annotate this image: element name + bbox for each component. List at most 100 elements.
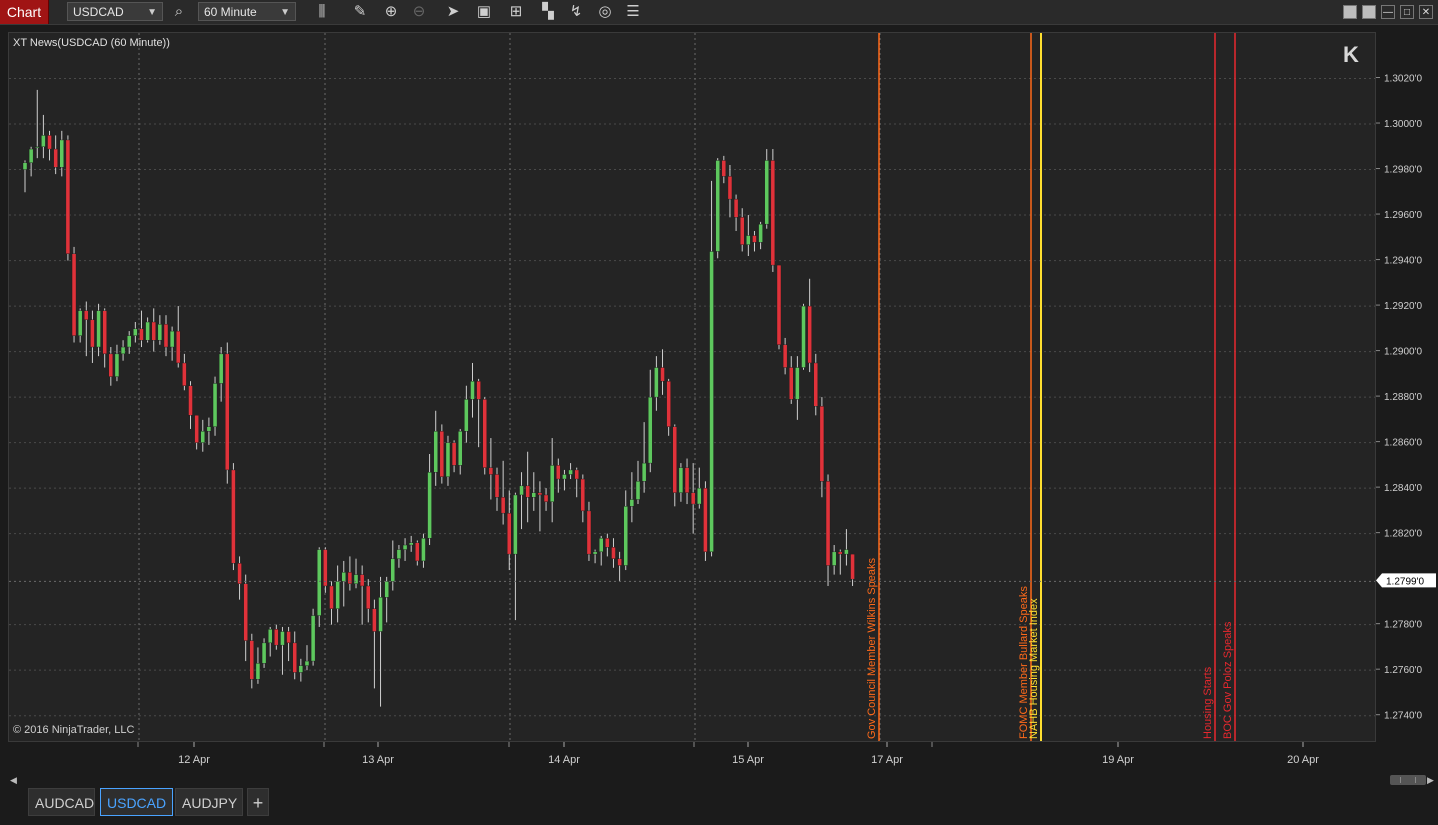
bar-type-icon[interactable]: ⫼ [311, 2, 333, 22]
candle-up [531, 492, 536, 498]
candle-up [145, 321, 150, 341]
candle-up [562, 474, 567, 480]
refresh-icon[interactable]: ◎ [594, 2, 616, 22]
price-tick-label: 1.2880'0 [1384, 392, 1422, 403]
candle-up [335, 581, 340, 609]
time-tick-label: 14 Apr [548, 754, 580, 766]
candle-down [556, 465, 561, 480]
close-icon[interactable]: ✕ [1419, 5, 1433, 19]
maximize-icon[interactable]: □ [1400, 5, 1414, 19]
candle-down [752, 235, 757, 243]
news-event-label: BOC Gov Poloz Speaks [1222, 621, 1234, 739]
zoom-in-icon[interactable]: ⊕ [380, 2, 402, 22]
candle-down [372, 608, 377, 632]
candle-down [151, 321, 156, 341]
candle-down [366, 585, 371, 609]
data-box-icon[interactable]: ▣ [473, 2, 495, 22]
candle-down [65, 139, 71, 254]
chart-panel[interactable]: Gov Council Member Wilkins Speaks FOMC Me… [8, 32, 1376, 742]
scroll-right-icon[interactable]: ▶ [1427, 775, 1437, 785]
strategies-icon[interactable]: ▚ [537, 2, 559, 22]
price-tick-label: 1.2840'0 [1384, 483, 1422, 494]
interval-selector[interactable]: 60 Minute ▼ [198, 2, 296, 21]
candlestick-plot[interactable]: Gov Council Member Wilkins Speaks FOMC Me… [9, 33, 1376, 742]
news-event-label: Gov Council Member Wilkins Speaks [866, 558, 878, 739]
candle-down [537, 492, 543, 496]
candle-up [212, 383, 218, 427]
scroll-to-end-icon[interactable]: K [1343, 43, 1363, 67]
candle-down [574, 469, 579, 480]
candle-up [77, 310, 83, 336]
candle-down [329, 585, 334, 609]
candle-down [494, 474, 500, 498]
candle-up [519, 485, 524, 496]
search-icon[interactable]: ⌕ [168, 2, 190, 22]
tab-usdcad[interactable]: USDCAD [100, 788, 173, 816]
candle-down [243, 583, 248, 641]
draw-pencil-icon[interactable]: ✎ [349, 2, 371, 22]
candle-down [102, 310, 107, 355]
scrollbar-thumb[interactable] [1390, 775, 1426, 785]
news-event-label: Housing Starts [1202, 666, 1214, 739]
chart-toolbar: Chart USDCAD ▼ ⌕ 60 Minute ▼ ⫼ ✎ ⊕ ⊖ ➤ ▣… [0, 0, 1438, 25]
candle-up [218, 353, 224, 384]
candle-down [782, 344, 788, 368]
indicators-icon[interactable]: ⊞ [505, 2, 527, 22]
price-tick-label: 1.2780'0 [1384, 620, 1422, 631]
price-axis[interactable]: 1.3020'0 1.3000'0 1.2980'0 1.2960'0 1.2940'0… [1376, 32, 1438, 742]
candle-up [341, 572, 346, 582]
price-tick-label: 1.2860'0 [1384, 438, 1422, 449]
minimize-icon[interactable] [1362, 5, 1376, 19]
horizontal-scrollbar[interactable]: ◀ ▶ [8, 773, 1438, 787]
properties-icon[interactable]: ☰ [622, 2, 644, 22]
interval-value: 60 Minute [204, 5, 257, 19]
candle-up [22, 162, 28, 170]
candle-up [310, 615, 316, 662]
candle-up [568, 469, 573, 475]
scroll-left-icon[interactable]: ◀ [10, 775, 20, 785]
candle-up [402, 544, 408, 550]
candle-down [740, 217, 745, 245]
drawing-tools-icon[interactable]: ↯ [565, 2, 587, 22]
candle-down [249, 640, 255, 680]
candle-up [464, 399, 469, 432]
candle-down [323, 549, 328, 587]
zoom-out-icon[interactable]: ⊖ [408, 2, 430, 22]
candle-down [543, 494, 549, 502]
candle-up [28, 148, 34, 163]
candle-up [390, 558, 395, 582]
tab-audjpy[interactable]: AUDJPY [175, 788, 243, 816]
time-tick-label: 17 Apr [871, 754, 903, 766]
copyright-text: © 2016 NinjaTrader, LLC [13, 724, 135, 736]
price-tick-label: 1.2960'0 [1384, 210, 1422, 221]
time-axis[interactable]: 12 Apr 13 Apr 14 Apr 15 Apr 17 Apr 19 Apr 20 A… [8, 742, 1376, 772]
candle-down [507, 512, 512, 555]
candle-down [703, 487, 708, 553]
candle-down [90, 319, 95, 348]
price-tick-label: 1.2940'0 [1384, 256, 1422, 267]
price-tick-label: 1.3000'0 [1384, 119, 1422, 130]
candle-up [697, 487, 702, 505]
candle-down [684, 467, 690, 493]
pointer-icon[interactable]: ➤ [442, 2, 464, 22]
candle-up [715, 160, 720, 252]
candle-down [690, 492, 696, 505]
add-tab-button[interactable]: + [247, 788, 269, 816]
candle-down [850, 553, 855, 580]
time-tick-label: 13 Apr [362, 754, 394, 766]
candle-down [838, 551, 843, 555]
candle-down [182, 362, 187, 386]
instrument-value: USDCAD [73, 5, 124, 19]
chevron-down-icon: ▼ [280, 7, 290, 18]
restore-icon[interactable] [1343, 5, 1357, 19]
candle-up [795, 367, 800, 400]
candle-down [721, 160, 727, 177]
candle-down [586, 510, 592, 555]
minimize-window-icon[interactable]: — [1381, 5, 1395, 19]
instrument-selector[interactable]: USDCAD ▼ [67, 2, 163, 21]
candle-up [427, 471, 432, 539]
candle-down [84, 310, 89, 320]
candle-up [709, 251, 714, 553]
tab-audcad[interactable]: AUDCAD [28, 788, 95, 816]
chart-window-label[interactable]: Chart [0, 0, 49, 24]
